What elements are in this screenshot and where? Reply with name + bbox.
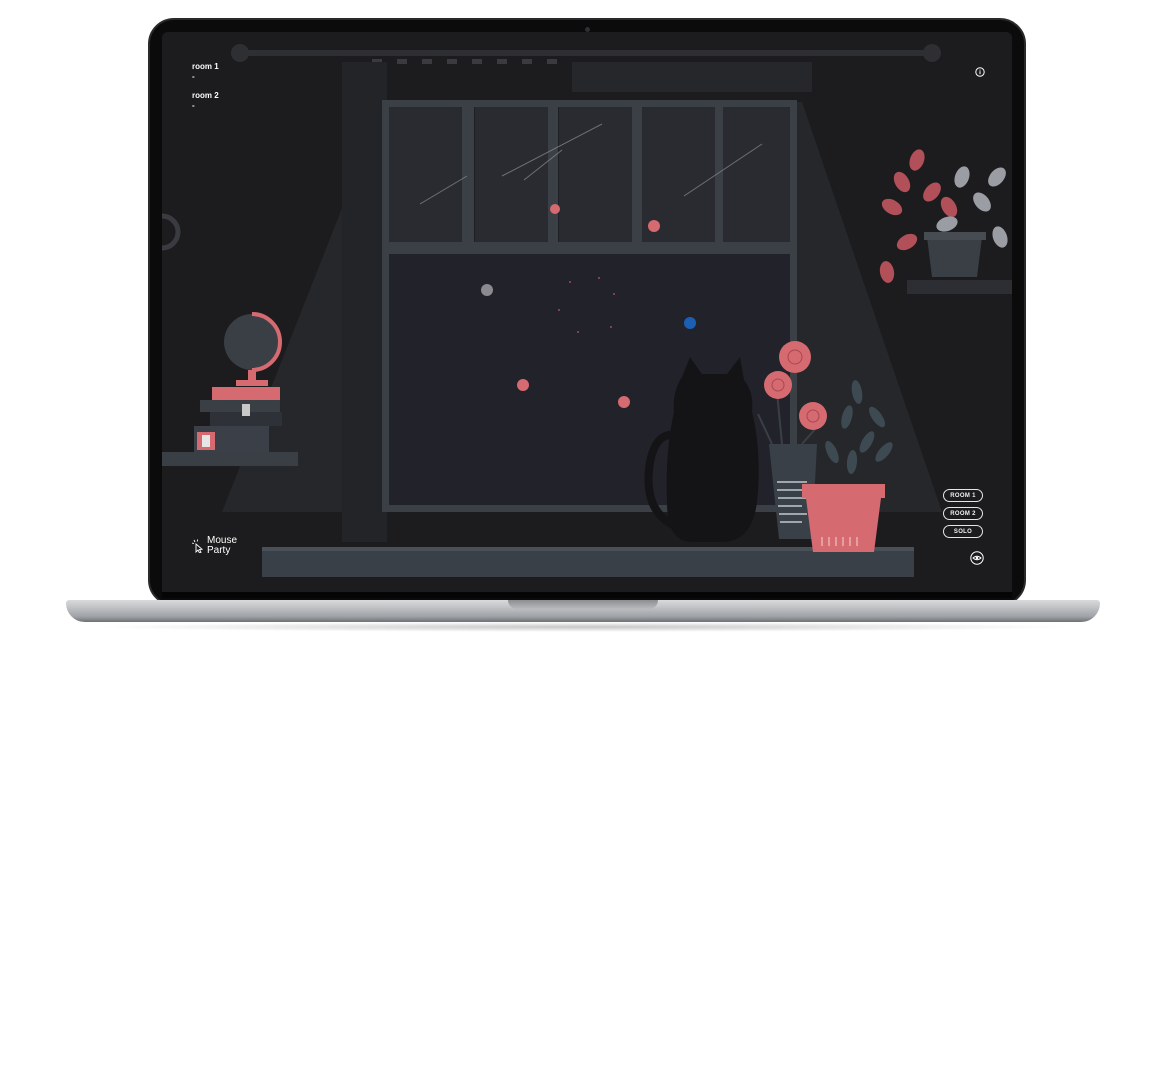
mouse-party-logo: Mouse Party xyxy=(192,536,237,556)
cursor-dot xyxy=(517,379,529,391)
eye-icon xyxy=(970,551,984,565)
room-2-button[interactable]: ROOM 2 xyxy=(943,507,983,520)
cursor-dot xyxy=(618,396,630,408)
screen-bezel-bottom xyxy=(162,592,1012,598)
cursor-dot xyxy=(550,204,560,214)
laptop-lid: room 1 - room 2 - ROOM 1 ROOM 2 SOLO Mou… xyxy=(148,18,1026,606)
logo-line-2: Party xyxy=(207,545,231,556)
laptop-notch xyxy=(508,600,658,609)
cursor-dots-layer xyxy=(481,204,696,408)
room-name: room 2 xyxy=(192,91,219,100)
room-selector: ROOM 1 ROOM 2 SOLO xyxy=(943,489,983,538)
cursor-dot xyxy=(481,284,493,296)
room-count: - xyxy=(192,72,195,81)
laptop-base xyxy=(66,600,1100,622)
laptop-shadow xyxy=(90,622,1076,632)
info-button[interactable] xyxy=(975,62,985,77)
room-1-button[interactable]: ROOM 1 xyxy=(943,489,983,502)
cursor-sparkle-icon xyxy=(192,539,204,553)
room-entry: room 2 - xyxy=(192,91,219,110)
info-icon xyxy=(975,67,985,77)
visibility-toggle-button[interactable] xyxy=(970,550,984,565)
room-count: - xyxy=(192,101,195,110)
solo-button[interactable]: SOLO xyxy=(943,525,983,538)
cursor-dot xyxy=(648,220,660,232)
logo-text: Mouse Party xyxy=(207,536,237,556)
room-entry: room 1 - xyxy=(192,62,219,81)
app-screen[interactable]: room 1 - room 2 - ROOM 1 ROOM 2 SOLO Mou… xyxy=(162,32,1012,592)
rooms-panel: room 1 - room 2 - xyxy=(192,62,219,120)
cursor-dot xyxy=(684,317,696,329)
room-name: room 1 xyxy=(192,62,219,71)
